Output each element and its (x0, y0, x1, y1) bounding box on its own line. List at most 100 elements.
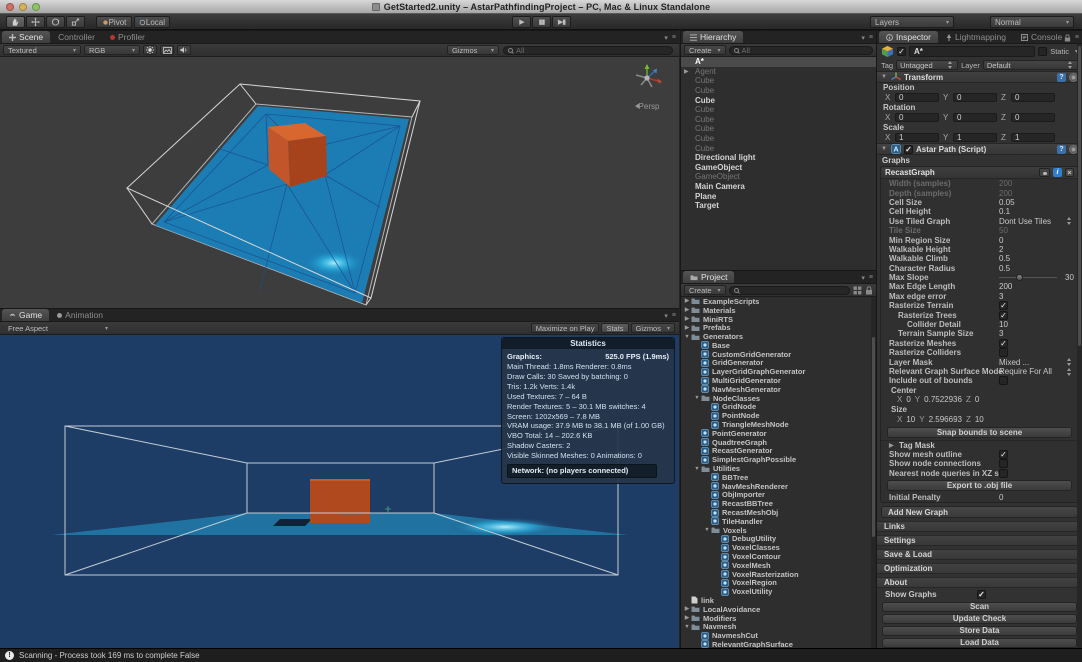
setting-value[interactable]: 0.5 (999, 254, 1010, 263)
hierarchy-item[interactable]: Cube (681, 124, 876, 134)
project-tree-item[interactable]: ▼Navmesh (681, 622, 876, 631)
project-tree-item[interactable]: ▼NodeClasses (681, 394, 876, 403)
foldout-open-icon[interactable]: ▼ (693, 395, 701, 401)
project-tree-item[interactable]: VoxelClasses (681, 543, 876, 552)
transform-component-header[interactable]: ▼ Transform ? (877, 71, 1082, 83)
tab-lightmapping[interactable]: Lightmapping (939, 31, 1013, 43)
vector-input[interactable]: 0 (1011, 113, 1055, 122)
section-links[interactable]: Links (877, 521, 1082, 532)
setting-value[interactable]: 200 (999, 282, 1012, 291)
tab-inspector[interactable]: Inspector (879, 31, 938, 43)
vector-input[interactable]: 0 (953, 93, 997, 102)
zoom-window-icon[interactable] (32, 3, 40, 11)
checkbox-checked[interactable]: ✓ (999, 301, 1008, 310)
setting-value[interactable]: 200 (999, 189, 1012, 198)
checkbox-unchecked[interactable] (999, 376, 1008, 385)
maximize-on-play-button[interactable]: Maximize on Play (531, 323, 600, 333)
store-data-button[interactable]: Store Data (882, 626, 1077, 637)
foldout-icon[interactable]: ▼ (881, 146, 888, 152)
setting-value[interactable]: 200 (999, 179, 1012, 188)
hierarchy-item[interactable]: GameObject (681, 163, 876, 173)
asset-labels-icon[interactable] (853, 286, 862, 295)
help-icon[interactable]: ? (1057, 73, 1066, 82)
setting-value[interactable]: 3 (999, 292, 1003, 301)
add-new-graph-button[interactable]: Add New Graph (881, 506, 1078, 518)
local-toggle-button[interactable]: Local (134, 16, 170, 28)
setting-value[interactable]: 0 (999, 236, 1003, 245)
tab-animation[interactable]: Animation (50, 309, 110, 321)
project-tree-item[interactable]: ▶ExampleScripts (681, 297, 876, 306)
gameobject-enabled-checkbox[interactable]: ✓ (897, 47, 906, 56)
status-bar[interactable]: ! Scanning - Process took 169 ms to comp… (0, 648, 1082, 662)
help-icon[interactable]: ? (1057, 145, 1066, 154)
menu-icon[interactable]: ≡ (1075, 34, 1079, 42)
tab-project[interactable]: Project (683, 271, 734, 283)
popup-icon[interactable] (1066, 358, 1073, 366)
vector-input[interactable]: 0 (895, 93, 939, 102)
project-tree-item[interactable]: RecastBBTree (681, 499, 876, 508)
title-bar[interactable]: GetStarted2.unity – AstarPathfindingProj… (0, 0, 1082, 14)
recast-graph-header[interactable]: RecastGraph i × (881, 167, 1078, 179)
checkbox-checked[interactable]: ✓ (999, 450, 1008, 459)
project-tree-item[interactable]: DebugUtility (681, 535, 876, 544)
recast-button[interactable]: Export to .obj file (887, 480, 1072, 491)
checkbox-unchecked[interactable] (999, 348, 1008, 357)
scene-panel-menu[interactable]: ▾≡ (664, 34, 676, 42)
hierarchy-panel-menu[interactable]: ▾≡ (861, 34, 873, 42)
pause-button[interactable]: ▮▮ (532, 16, 551, 28)
scene-lighting-toggle[interactable] (143, 45, 157, 55)
project-tree-item[interactable]: NavmeshCut (681, 631, 876, 640)
project-tree-item[interactable]: TriangleMeshNode (681, 420, 876, 429)
hierarchy-item[interactable]: Cube (681, 105, 876, 115)
setting-value[interactable]: Dont Use Tiles (999, 217, 1051, 226)
scene-search-input[interactable]: All (503, 46, 673, 55)
hierarchy-item[interactable]: Cube (681, 115, 876, 125)
scene-audio-toggle[interactable] (177, 45, 191, 55)
vector-input[interactable]: 0 (895, 113, 939, 122)
project-tree-item[interactable]: VoxelContour (681, 552, 876, 561)
checkbox-unchecked[interactable] (999, 469, 1008, 478)
project-tree-item[interactable]: ▶LocalAvoidance (681, 605, 876, 614)
setting-value[interactable]: 3 (999, 329, 1003, 338)
section-optimization[interactable]: Optimization (877, 563, 1082, 574)
rotate-tool-button[interactable] (46, 16, 65, 28)
project-tree-item[interactable]: PointGenerator (681, 429, 876, 438)
tab-hierarchy[interactable]: Hierarchy (683, 31, 743, 43)
gameobject-name-field[interactable]: A* (909, 46, 1035, 57)
astar-component-header[interactable]: ▼ A ✓ Astar Path (Script) ? (877, 143, 1082, 155)
vector-value[interactable]: 10 (906, 415, 915, 424)
slider-handle[interactable] (1016, 274, 1023, 281)
play-button[interactable]: ▶ (512, 16, 531, 28)
section-about[interactable]: About (877, 577, 1082, 588)
render-mode-dropdown[interactable]: RGB▾ (84, 45, 140, 55)
load-data-button[interactable]: Load Data (882, 638, 1077, 649)
lock-icon[interactable] (1064, 34, 1071, 42)
project-tree-item[interactable]: CustomGridGenerator (681, 350, 876, 359)
hierarchy-item[interactable]: Cube (681, 134, 876, 144)
foldout-closed-icon[interactable]: ▶ (683, 307, 691, 313)
project-tree-item[interactable]: GridNode (681, 403, 876, 412)
tab-scene[interactable]: Scene (2, 31, 50, 43)
inspector-scrollbar[interactable] (1077, 44, 1082, 649)
vector-input[interactable]: 1 (953, 133, 997, 142)
vector-value[interactable]: 0 (975, 395, 979, 404)
foldout-closed-icon[interactable]: ▶ (683, 316, 691, 322)
setting-value[interactable]: Require For All (999, 367, 1052, 376)
foldout-closed-icon[interactable]: ▶ (683, 298, 691, 304)
hierarchy-item[interactable]: Cube (681, 95, 876, 105)
scene-gizmos-dropdown[interactable]: Gizmos▾ (447, 45, 499, 55)
project-tree-item[interactable]: NavMeshRenderer (681, 482, 876, 491)
project-tree-item[interactable]: ▶Materials (681, 306, 876, 315)
project-tree-item[interactable]: VoxelUtility (681, 587, 876, 596)
project-tree-item[interactable]: SimplestGraphPossible (681, 455, 876, 464)
stats-button[interactable]: Stats (601, 323, 628, 333)
project-tree-item[interactable]: ObjImporter (681, 491, 876, 500)
step-button[interactable]: ▶▮ (552, 16, 571, 28)
recast-button[interactable]: Snap bounds to scene (887, 427, 1072, 438)
setting-value[interactable]: 0.1 (999, 207, 1010, 216)
hierarchy-search-input[interactable]: All (729, 46, 873, 55)
info-icon[interactable]: i (1053, 168, 1062, 177)
layer-dropdown[interactable]: Default (983, 60, 1078, 70)
project-tree-item[interactable]: BBTree (681, 473, 876, 482)
show-graphs-checkbox[interactable]: ✓ (977, 590, 986, 599)
